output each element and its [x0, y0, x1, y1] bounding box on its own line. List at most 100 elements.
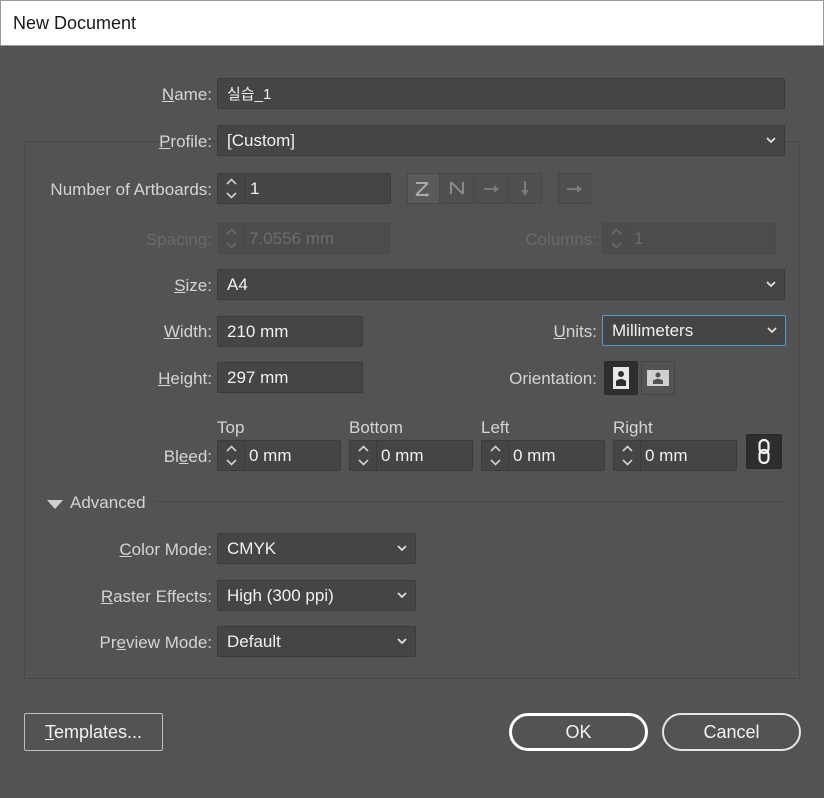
- stepper-arrows-icon[interactable]: [603, 224, 630, 253]
- width-label-rest: idth:: [179, 322, 212, 341]
- bleed-right-stepper[interactable]: 0 mm: [613, 440, 737, 471]
- artboards-stepper[interactable]: 1: [217, 173, 391, 204]
- bleed-left-value: 0 mm: [513, 446, 556, 465]
- bleed-right-value: 0 mm: [645, 446, 688, 465]
- chevron-down-icon: [397, 590, 407, 600]
- size-label: Size:: [174, 276, 212, 295]
- profile-select[interactable]: [Custom]: [217, 125, 785, 156]
- size-value: A4: [227, 275, 248, 294]
- bleed-top-stepper[interactable]: 0 mm: [217, 440, 341, 471]
- chevron-down-icon: [397, 543, 407, 553]
- preview-mode-label-pre: Pr: [99, 633, 117, 652]
- columns-value: 1: [634, 229, 644, 248]
- arrange-row-icon: [484, 185, 499, 193]
- grid-by-column-button[interactable]: [441, 173, 474, 204]
- stepper-arrows-icon[interactable]: [614, 441, 641, 470]
- raster-effects-label: Raster Effects:: [100, 587, 212, 606]
- grid-by-row-icon: [415, 182, 430, 197]
- name-label: Name:: [161, 85, 212, 104]
- stepper-arrows-icon[interactable]: [218, 441, 245, 470]
- templates-button[interactable]: Templates...: [24, 713, 163, 751]
- name-label-rest: ame:: [174, 85, 212, 104]
- raster-effects-select[interactable]: High (300 ppi): [217, 580, 416, 611]
- arrange-column-icon: [521, 181, 529, 196]
- size-label-rest: ize:: [185, 276, 212, 295]
- raster-effects-label-rest: aster Effects:: [113, 587, 212, 606]
- stepper-arrows-icon[interactable]: [482, 441, 509, 470]
- size-select[interactable]: A4: [217, 269, 785, 300]
- width-label: Width:: [163, 322, 212, 341]
- bleed-left-label: Left: [481, 418, 510, 437]
- cancel-button[interactable]: Cancel: [662, 713, 801, 751]
- units-label: Units:: [553, 322, 597, 341]
- preview-mode-select[interactable]: Default: [217, 626, 416, 657]
- height-input[interactable]: 297 mm: [217, 362, 363, 393]
- ok-button[interactable]: OK: [509, 713, 648, 751]
- width-value: 210 mm: [227, 322, 289, 341]
- units-label-rest: nits:: [565, 322, 597, 341]
- color-mode-select[interactable]: CMYK: [217, 533, 416, 564]
- height-label: Height:: [158, 369, 212, 388]
- height-value: 297 mm: [227, 368, 289, 387]
- preview-mode-value: Default: [227, 632, 281, 651]
- portrait-button[interactable]: [604, 361, 638, 395]
- name-value: 실습_1: [227, 86, 272, 103]
- color-mode-label-rest: olor Mode:: [131, 540, 212, 559]
- units-select[interactable]: Millimeters: [602, 315, 786, 346]
- columns-label: Columns:: [525, 230, 597, 249]
- color-mode-label: Color Mode:: [119, 540, 212, 559]
- arrange-row-button[interactable]: [475, 173, 508, 204]
- stepper-arrows-icon[interactable]: [350, 441, 377, 470]
- artboards-label: Number of Artboards:: [50, 180, 212, 199]
- portrait-icon: [613, 367, 629, 389]
- stepper-arrows-icon[interactable]: [218, 174, 245, 203]
- orientation-label: Orientation:: [509, 369, 597, 388]
- profile-label-rest: rofile:: [170, 132, 212, 151]
- bleed-right-label: Right: [613, 418, 653, 437]
- bleed-top-label: Top: [217, 418, 245, 437]
- grid-by-column-icon: [450, 181, 464, 195]
- spacing-value: 7.0556 mm: [249, 229, 335, 248]
- chevron-down-icon: [397, 636, 407, 646]
- triangle-down-icon: [47, 500, 63, 509]
- link-bleed-button[interactable]: [746, 434, 782, 469]
- bleed-bottom-value: 0 mm: [381, 446, 424, 465]
- advanced-label: Advanced: [70, 493, 146, 512]
- landscape-icon: [647, 370, 669, 386]
- name-input[interactable]: 실습_1: [217, 78, 785, 109]
- profile-label: Profile:: [159, 132, 212, 151]
- height-label-rest: eight:: [170, 369, 212, 388]
- preview-mode-label-rest: view Mode:: [126, 633, 212, 652]
- arrange-column-button[interactable]: [509, 173, 542, 204]
- stepper-arrows-icon[interactable]: [218, 224, 245, 253]
- artboards-value: 1: [250, 179, 260, 198]
- bleed-label: Bleed:: [163, 447, 212, 466]
- grid-by-row-button[interactable]: [407, 173, 440, 204]
- raster-effects-value: High (300 ppi): [227, 586, 334, 605]
- spacing-label: Spacing:: [145, 230, 212, 249]
- chevron-down-icon: [767, 325, 777, 335]
- bleed-label-pre: Bl: [163, 447, 179, 466]
- width-input[interactable]: 210 mm: [217, 316, 363, 347]
- templates-label-rest: emplates...: [53, 722, 143, 742]
- bleed-left-stepper[interactable]: 0 mm: [481, 440, 605, 471]
- landscape-button[interactable]: [641, 361, 675, 395]
- arrow-right-icon: [567, 185, 582, 193]
- advanced-divider: [156, 501, 786, 502]
- layout-rtl-button[interactable]: [558, 173, 591, 204]
- spacing-stepper[interactable]: 7.0556 mm: [217, 223, 391, 254]
- profile-value: [Custom]: [227, 131, 296, 150]
- bleed-top-value: 0 mm: [249, 446, 292, 465]
- columns-stepper[interactable]: 1: [602, 223, 776, 254]
- bleed-bottom-stepper[interactable]: 0 mm: [349, 440, 473, 471]
- chevron-down-icon: [766, 135, 776, 145]
- bleed-bottom-label: Bottom: [349, 418, 403, 437]
- chevron-down-icon: [766, 279, 776, 289]
- title-bar: New Document: [0, 0, 824, 46]
- preview-mode-label: Preview Mode:: [99, 633, 212, 652]
- bleed-label-rest: ed:: [188, 447, 212, 466]
- color-mode-value: CMYK: [227, 539, 277, 558]
- dialog-title: New Document: [13, 13, 137, 33]
- link-icon: [758, 438, 770, 465]
- units-value: Millimeters: [612, 321, 694, 340]
